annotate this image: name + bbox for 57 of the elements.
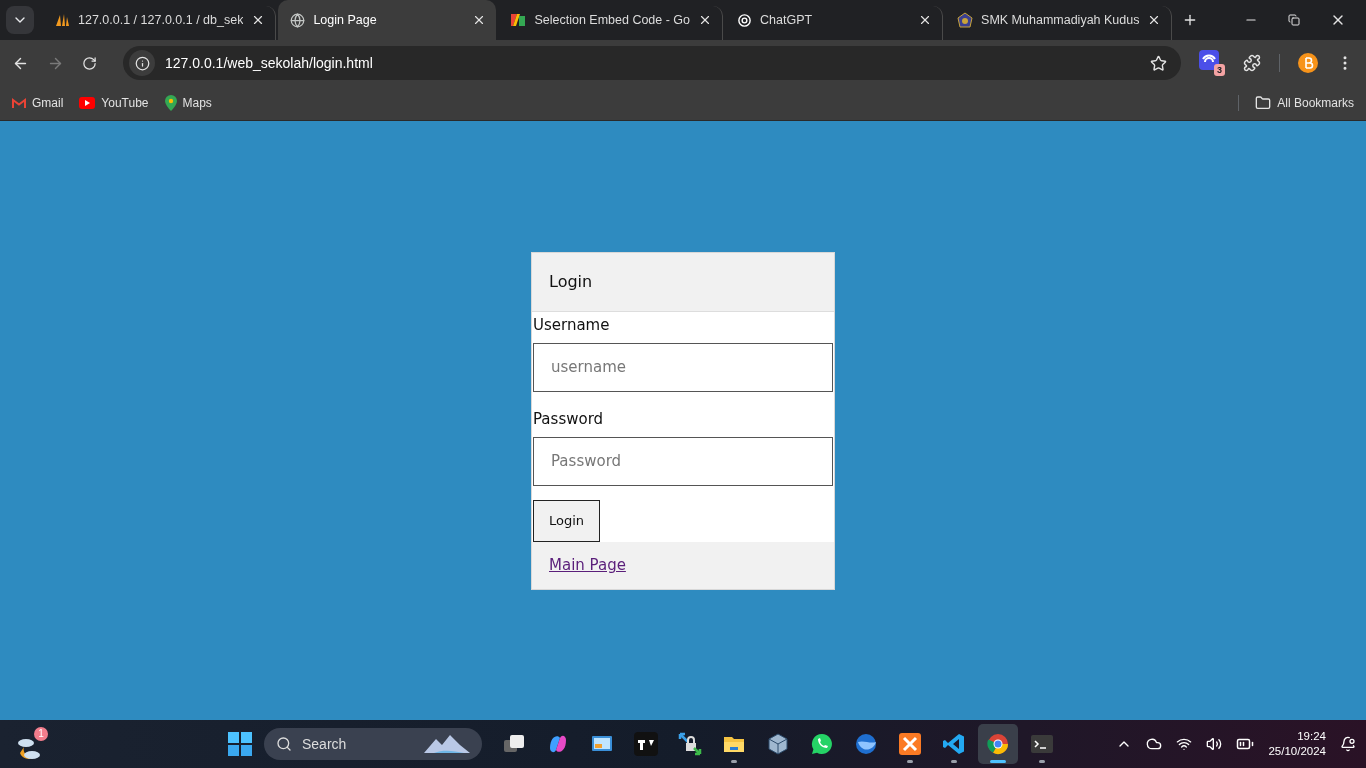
puzzle-icon[interactable] [1243, 54, 1261, 72]
running-indicator [907, 760, 913, 763]
terminal-icon [1030, 732, 1054, 756]
site-info-icon[interactable] [129, 50, 155, 76]
field-label: Username [532, 314, 611, 335]
volume-icon[interactable] [1206, 736, 1223, 752]
mountain-icon [424, 733, 470, 755]
restore-button[interactable] [1288, 12, 1300, 28]
notification-bell-icon[interactable] [1340, 736, 1356, 752]
play-icon [79, 97, 96, 109]
bookmark-star-icon[interactable] [1150, 54, 1167, 72]
running-indicator [990, 760, 1006, 763]
browser-tab[interactable]: Login Page [278, 0, 497, 40]
taskbar-app-button[interactable] [978, 724, 1018, 764]
extension-badge: 3 [1214, 64, 1225, 76]
blocks-icon [510, 13, 527, 27]
chat-phone-icon [810, 732, 834, 756]
url-text: 127.0.0.1/web_sekolah/login.html [165, 55, 374, 71]
running-indicator [951, 760, 957, 763]
sphere-icon [854, 732, 878, 756]
cube-icon [766, 732, 790, 756]
globe-icon [290, 12, 306, 28]
cloud-icon[interactable] [1146, 736, 1163, 752]
folder-icon [1255, 95, 1272, 111]
input-field[interactable]: username [533, 342, 833, 392]
running-indicator [1039, 760, 1045, 763]
reload-button[interactable] [82, 55, 97, 71]
lock-arrows-icon [678, 732, 702, 756]
knot-icon [737, 12, 753, 28]
clock[interactable]: 19:24 25/10/2024 [1268, 729, 1326, 759]
emblem-icon [957, 12, 974, 28]
search-field[interactable]: Search [264, 728, 482, 760]
input-field[interactable]: Password [533, 436, 833, 486]
chart-logo-icon [634, 732, 658, 756]
field-label: Password [532, 408, 605, 429]
xampp-icon [898, 732, 922, 756]
bookmark-link[interactable]: Gmail [12, 96, 64, 110]
tab-list-button[interactable] [6, 6, 34, 34]
all-bookmarks-link[interactable]: All Bookmarks [1238, 95, 1354, 111]
map-pin-icon [164, 95, 177, 111]
address-bar[interactable]: 127.0.0.1/web_sekolah/login.html [123, 46, 1181, 80]
card-header: Login [532, 252, 834, 312]
bookmark-link[interactable]: Maps [164, 95, 212, 111]
wifi-icon[interactable] [1176, 736, 1193, 752]
notification-badge: 1 [34, 727, 48, 741]
coin-icon[interactable] [1298, 53, 1318, 73]
mail-icon [12, 97, 26, 109]
login-button[interactable]: Login [533, 499, 601, 542]
running-indicator [731, 760, 737, 763]
reload-icon [82, 55, 97, 71]
code-editor-icon [942, 732, 966, 756]
bookmark-link[interactable]: YouTube [79, 96, 149, 110]
main-page-link[interactable]: Main Page [549, 556, 626, 574]
restore-icon [1288, 14, 1300, 26]
chrome-icon [986, 732, 1010, 756]
start-icon[interactable] [228, 732, 252, 756]
search-icon [276, 736, 292, 752]
